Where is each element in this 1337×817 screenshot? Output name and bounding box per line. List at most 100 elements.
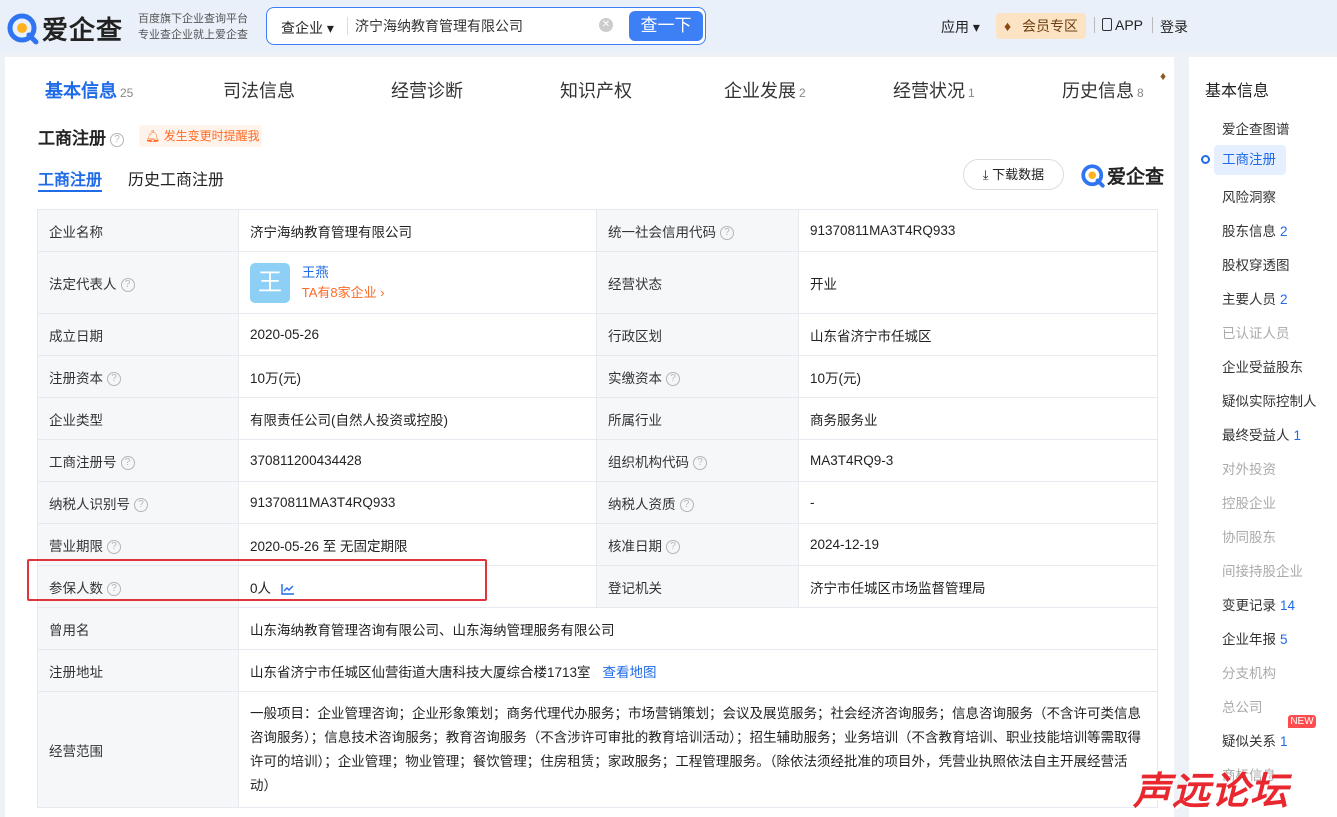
org-code-value: MA3T4RQ9-3 — [798, 439, 1158, 482]
tab-operation[interactable]: 经营状况 1 — [893, 77, 975, 103]
sidebar-item: 间接持股企业 — [1222, 560, 1303, 580]
brand-text: 爱企查 — [1107, 167, 1165, 188]
sidebar-item-label: 最终受益人 — [1222, 428, 1290, 443]
sidebar-item[interactable]: 股权穿透图 — [1222, 254, 1290, 274]
tab-diagnosis[interactable]: 经营诊断 — [391, 77, 463, 103]
sidebar-item[interactable]: 爱企查图谱 — [1222, 118, 1290, 138]
approval-date-label: 核准日期? — [596, 523, 799, 566]
registration-table: 企业名称 济宁海纳教育管理有限公司 统一社会信用代码? 91370811MA3T… — [37, 209, 1158, 808]
label-text: 营业期限 — [49, 538, 103, 554]
subtab-underline — [38, 190, 102, 192]
table-row: 注册资本? 10万(元) 实缴资本? 10万(元) — [37, 355, 1158, 398]
help-icon[interactable]: ? — [120, 455, 135, 470]
download-icon: ⤓ — [982, 167, 989, 182]
district-label: 行政区划 — [596, 313, 799, 356]
legal-rep-label: 法定代表人? — [37, 251, 239, 314]
section-title: 工商注册? — [38, 124, 124, 149]
sidebar-item-label: 已认证人员 — [1222, 326, 1290, 341]
view-map-link[interactable]: 查看地图 — [603, 665, 657, 680]
sidebar-item-label: 控股企业 — [1222, 496, 1276, 511]
tab-basic-info[interactable]: 基本信息 25 — [45, 77, 133, 103]
logo[interactable]: 爱企查 — [7, 10, 123, 47]
tab-ip[interactable]: 知识产权 — [560, 77, 632, 103]
tab-count: 1 — [968, 86, 975, 100]
tab-history[interactable]: 历史信息 8 — [1062, 77, 1144, 103]
download-button[interactable]: ⤓ 下载数据 — [963, 159, 1064, 190]
help-icon[interactable]: ? — [107, 371, 121, 386]
subtab-history-registration[interactable]: 历史工商注册 — [128, 166, 224, 190]
search-box: 查企业 ▾ ✕ 查一下 — [266, 7, 706, 45]
help-icon[interactable]: ? — [134, 497, 148, 512]
bell-icon: 🔔︎ — [145, 129, 161, 143]
avatar[interactable]: 王 — [250, 262, 290, 303]
help-icon[interactable]: ? — [107, 539, 121, 554]
label-text: 统一社会信用代码 — [608, 224, 716, 240]
divider — [1152, 17, 1153, 33]
help-icon[interactable]: ? — [666, 371, 680, 386]
legal-rep-name-link[interactable]: 王燕 — [302, 263, 385, 283]
subtab-registration[interactable]: 工商注册 — [38, 166, 102, 190]
vip-button[interactable]: ♦ 会员专区 — [996, 13, 1086, 39]
industry-value: 商务服务业 — [798, 397, 1158, 440]
watermark-logo: 声远论坛 — [1133, 771, 1290, 813]
app-download-link[interactable]: APP — [1102, 17, 1143, 33]
credit-code-label: 统一社会信用代码? — [596, 209, 799, 252]
address-label: 注册地址 — [37, 649, 239, 692]
sidebar-item-label: 主要人员 — [1222, 292, 1276, 307]
clear-icon[interactable]: ✕ — [599, 18, 613, 32]
scope-value: 一般项目：企业管理咨询；企业形象策划；商务代理代办服务；市场营销策划；会议及展览… — [238, 691, 1158, 808]
search-input[interactable] — [355, 13, 605, 39]
vip-label: 会员专区 — [1022, 18, 1078, 34]
sidebar-item[interactable]: 主要人员 2 — [1222, 288, 1288, 308]
sidebar-item-label: 总公司 — [1222, 700, 1263, 715]
founded-label: 成立日期 — [37, 313, 239, 356]
sidebar-item[interactable]: 最终受益人 1 — [1222, 424, 1301, 444]
slogan-line: 百度旗下企业查询平台 — [138, 13, 248, 25]
main-tabs: 基本信息 25 司法信息 经营诊断 知识产权 企业发展 2 经营状况 1 历史信息 8 … — [5, 57, 1174, 119]
login-link[interactable]: 登录 — [1160, 17, 1188, 37]
help-icon[interactable]: ? — [120, 277, 135, 292]
sidebar-item: 总公司 — [1222, 696, 1263, 716]
help-icon[interactable]: ? — [679, 497, 694, 512]
table-row: 纳税人识别号? 91370811MA3T4RQ933 纳税人资质? - — [37, 481, 1158, 524]
sidebar-item[interactable]: 企业年报 5 — [1222, 628, 1288, 648]
change-alert-button[interactable]: 🔔︎ 发生变更时提醒我 — [139, 125, 262, 147]
sidebar-item[interactable]: 企业受益股东 — [1222, 356, 1303, 376]
app-menu[interactable]: 应用 ▾ — [941, 17, 980, 37]
brand-logo: 爱企查 — [1081, 162, 1164, 189]
search-button[interactable]: 查一下 — [629, 11, 703, 41]
sidebar-item[interactable]: 股东信息 2 — [1222, 220, 1288, 240]
alert-label: 发生变更时提醒我 — [163, 129, 260, 143]
download-label: 下载数据 — [992, 167, 1045, 182]
new-badge: NEW — [1288, 715, 1316, 728]
sidebar-item[interactable]: 疑似实际控制人 — [1222, 390, 1317, 410]
company-name-label: 企业名称 — [37, 209, 239, 252]
sidebar-item-label: 疑似关系 — [1222, 734, 1276, 749]
sidebar-item[interactable]: 工商注册 — [1214, 145, 1286, 175]
help-icon[interactable]: ? — [666, 539, 680, 554]
tab-judicial[interactable]: 司法信息 — [223, 77, 295, 103]
former-names-label: 曾用名 — [37, 607, 239, 650]
sidebar-item[interactable]: 变更记录 14 — [1222, 594, 1295, 614]
sidebar-item-label: 股权穿透图 — [1222, 258, 1290, 273]
sidebar-item: 控股企业 — [1222, 492, 1276, 512]
help-icon[interactable]: ? — [110, 132, 124, 147]
help-icon[interactable]: ? — [720, 225, 734, 240]
phone-icon — [1102, 18, 1112, 31]
approval-date-value: 2024-12-19 — [798, 523, 1158, 566]
legal-rep-companies-link[interactable]: TA有8家企业 › — [302, 283, 385, 303]
help-icon[interactable]: ? — [693, 455, 707, 470]
search-type-dropdown[interactable]: 查企业 ▾ — [281, 18, 334, 38]
sidebar-item-label: 协同股东 — [1222, 530, 1276, 545]
sidebar-item[interactable]: 疑似关系 1 — [1222, 730, 1288, 750]
legal-rep-cell: 王 王燕 TA有8家企业 › — [238, 251, 597, 314]
tab-development[interactable]: 企业发展 2 — [724, 77, 806, 103]
tab-label: 司法信息 — [223, 81, 295, 101]
table-row: 企业名称 济宁海纳教育管理有限公司 统一社会信用代码? 91370811MA3T… — [37, 209, 1158, 252]
sidebar-item-count: 2 — [1280, 224, 1288, 239]
scope-label: 经营范围 — [37, 691, 239, 808]
sidebar-item[interactable]: 风险洞察 — [1222, 186, 1276, 206]
label-text: 组织机构代码 — [608, 454, 689, 470]
logo-icon — [1081, 163, 1105, 188]
label-text: 注册资本 — [49, 370, 103, 386]
